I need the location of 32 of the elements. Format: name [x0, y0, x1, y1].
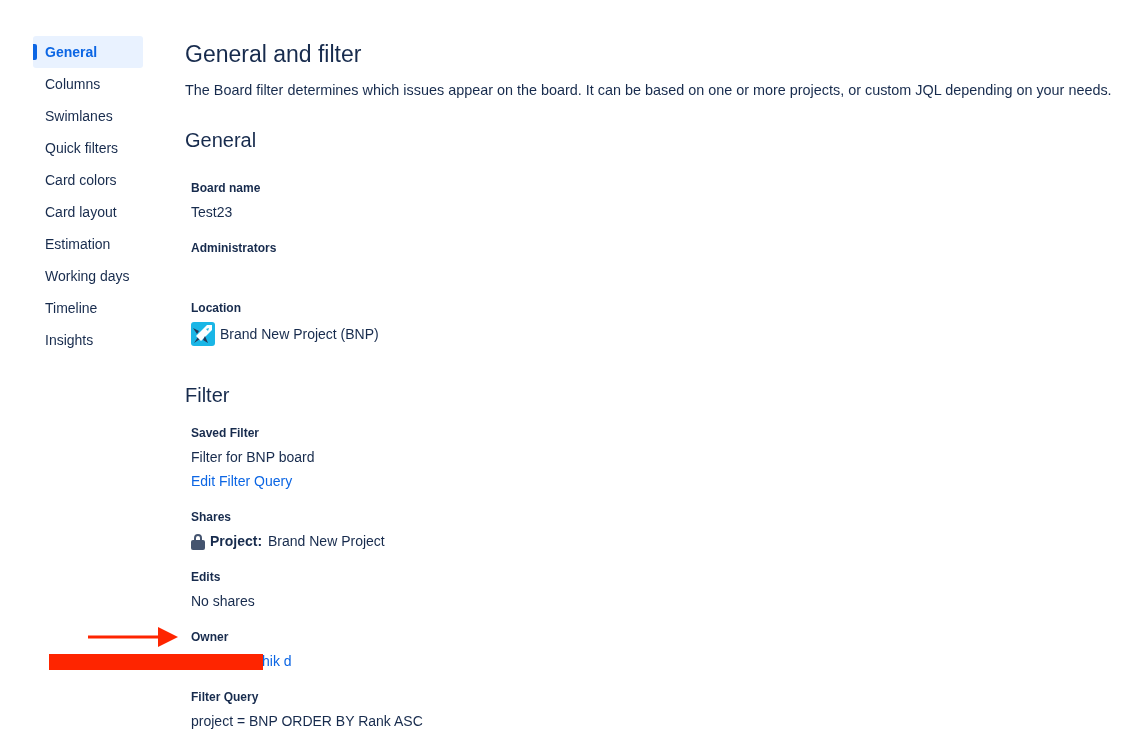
page-description: The Board filter determines which issues appear on the board. It can be based on one or more projects, or custom JQL depending on your needs.	[185, 81, 1112, 100]
field-value: Test23	[191, 203, 233, 222]
section-heading: General	[185, 128, 257, 152]
sidebar-item[interactable]: Card layout	[33, 196, 143, 228]
sidebar-item[interactable]: Estimation	[33, 228, 143, 260]
field-value: Filter for BNP board	[191, 448, 315, 467]
field-label: Owner	[191, 629, 229, 645]
field-label: Board name	[191, 180, 261, 196]
sidebar-item[interactable]: Swimlanes	[33, 100, 143, 132]
field-value: No shares	[191, 592, 255, 611]
project-name: Brand New Project (BNP)	[220, 325, 379, 344]
lock-icon	[191, 532, 205, 550]
sidebar-item[interactable]: Timeline	[33, 292, 143, 324]
field-label: Filter Query	[191, 689, 259, 705]
edit-filter-link[interactable]: Edit Filter Query	[191, 471, 293, 491]
sidebar-item[interactable]: Quick filters	[33, 132, 143, 164]
share-text: Project: Brand New Project	[210, 532, 385, 551]
field-label: Administrators	[191, 240, 277, 256]
sidebar-item[interactable]: Working days	[33, 260, 143, 292]
owner-link[interactable]: hik d	[262, 651, 292, 671]
sidebar-item[interactable]: General	[33, 36, 143, 68]
sidebar-item[interactable]: Insights	[33, 324, 143, 356]
field-label: Shares	[191, 509, 232, 525]
sidebar-item[interactable]: Columns	[33, 68, 143, 100]
field-label: Saved Filter	[191, 425, 260, 441]
page-title: General and filter	[185, 40, 362, 68]
field-label: Location	[191, 300, 241, 316]
field-value: project = BNP ORDER BY Rank ASC	[191, 712, 423, 731]
rocket-icon	[191, 322, 215, 346]
field-label: Edits	[191, 569, 221, 585]
sidebar-item[interactable]: Card colors	[33, 164, 143, 196]
section-heading: Filter	[185, 383, 230, 407]
